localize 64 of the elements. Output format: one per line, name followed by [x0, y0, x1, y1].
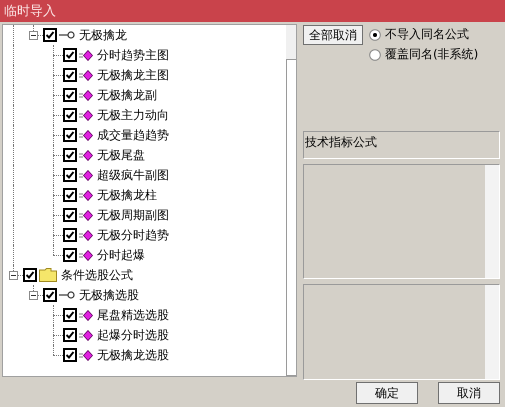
checkbox[interactable] — [63, 108, 77, 122]
diamond-icon — [79, 170, 93, 180]
tree-item[interactable]: 超级疯牛副图 — [97, 166, 169, 184]
checkbox[interactable] — [63, 348, 77, 362]
tree-item[interactable]: 起爆分时选股 — [97, 326, 169, 344]
diamond-icon — [79, 70, 93, 80]
tree-item[interactable]: 无极分时趋势 — [97, 226, 169, 244]
radio-label[interactable]: 不导入同名公式 — [385, 26, 469, 43]
cancel-all-button[interactable]: 全部取消 — [303, 25, 363, 45]
tree-item[interactable]: 分时趋势主图 — [97, 46, 169, 64]
diamond-icon — [79, 150, 93, 160]
collapse-icon[interactable] — [29, 291, 38, 300]
tree-item[interactable]: 无极擒龙主图 — [97, 66, 169, 84]
dialog-button[interactable]: 确定 — [356, 382, 418, 404]
collapse-icon[interactable] — [29, 31, 38, 40]
diamond-icon — [79, 190, 93, 200]
diamond-icon — [79, 210, 93, 220]
checkbox[interactable] — [63, 308, 77, 322]
diamond-icon — [79, 350, 93, 360]
tree-item[interactable]: 无极擒龙 — [79, 26, 127, 44]
tree-item[interactable]: 尾盘精选选股 — [97, 306, 169, 324]
tree-item[interactable]: 条件选股公式 — [61, 266, 133, 284]
tree-item[interactable]: 成交量趋趋势 — [97, 126, 169, 144]
tree-item[interactable]: 无极周期副图 — [97, 206, 169, 224]
tree-item[interactable]: 无极主力动向 — [97, 106, 169, 124]
tree-item[interactable]: 无极擒龙副 — [97, 86, 157, 104]
checkbox[interactable] — [63, 168, 77, 182]
checkbox[interactable] — [43, 288, 57, 302]
checkbox[interactable] — [63, 188, 77, 202]
tree-item[interactable]: 无极尾盘 — [97, 146, 145, 164]
checkbox[interactable] — [63, 48, 77, 62]
scrollbar-thumb[interactable] — [286, 59, 296, 376]
checkbox[interactable] — [63, 208, 77, 222]
tree-item[interactable]: 无极擒选股 — [79, 286, 139, 304]
radio-button[interactable] — [369, 48, 381, 60]
diamond-icon — [79, 310, 93, 320]
checkbox[interactable] — [63, 328, 77, 342]
tree-item[interactable]: 无极擒龙选股 — [97, 346, 169, 364]
checkbox[interactable] — [63, 88, 77, 102]
key-icon — [59, 30, 75, 40]
diamond-icon — [79, 110, 93, 120]
radio-label[interactable]: 覆盖同名(非系统) — [385, 46, 478, 63]
key-icon — [59, 290, 75, 300]
tree-item[interactable]: 分时起爆 — [97, 246, 145, 264]
checkbox[interactable] — [23, 268, 37, 282]
diamond-icon — [79, 330, 93, 340]
checkbox[interactable] — [43, 28, 57, 42]
dialog-button[interactable]: 取消 — [438, 382, 500, 404]
diamond-icon — [79, 130, 93, 140]
formula-type-label: 技术指标公式 — [303, 131, 500, 159]
diamond-icon — [79, 230, 93, 240]
checkbox[interactable] — [63, 128, 77, 142]
collapse-icon[interactable] — [9, 271, 18, 280]
window-title: 临时导入 — [0, 0, 505, 22]
checkbox[interactable] — [63, 228, 77, 242]
checkbox[interactable] — [63, 148, 77, 162]
diamond-icon — [79, 50, 93, 60]
tree-item[interactable]: 无极擒龙柱 — [97, 186, 157, 204]
checkbox[interactable] — [63, 248, 77, 262]
diamond-icon — [79, 250, 93, 260]
radio-button[interactable] — [369, 28, 381, 40]
folder-icon — [39, 268, 57, 282]
checkbox[interactable] — [63, 68, 77, 82]
diamond-icon — [79, 90, 93, 100]
